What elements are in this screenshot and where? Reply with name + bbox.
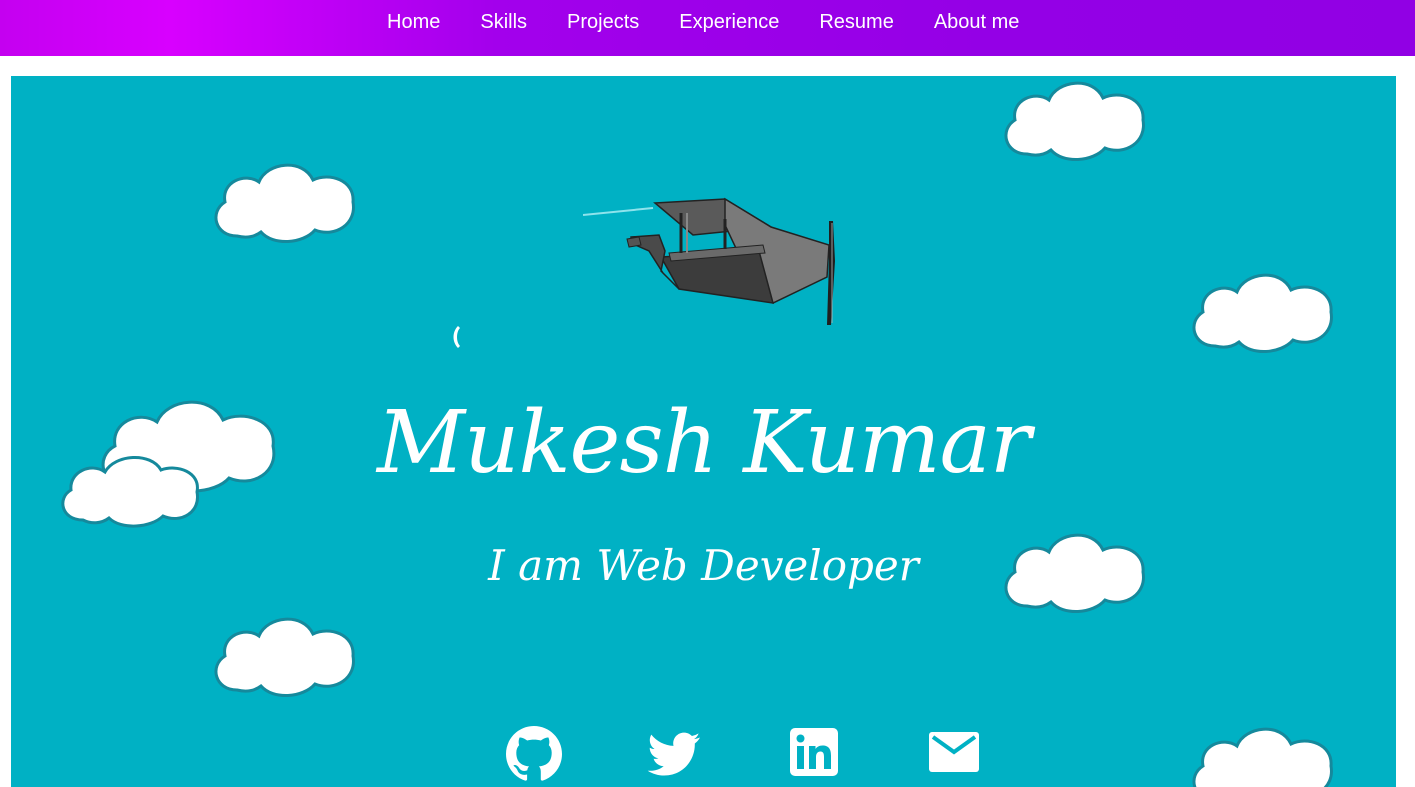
email-icon[interactable]: [924, 724, 984, 784]
cloud-icon: [1192, 273, 1333, 354]
nav-about-link[interactable]: About me: [934, 10, 1020, 34]
cloud-icon: [214, 617, 355, 698]
airplane-icon: [583, 197, 835, 325]
nav-experience-link[interactable]: Experience: [679, 10, 779, 34]
nav-resume-link[interactable]: Resume: [819, 10, 893, 34]
cloud-icon: [1192, 727, 1333, 787]
linkedin-icon[interactable]: [784, 724, 844, 784]
smoke-puff-icon: [453, 326, 460, 348]
nav-projects-link[interactable]: Projects: [567, 10, 639, 34]
top-navbar: Home Skills Projects Experience Resume A…: [0, 0, 1415, 56]
nav-home-link[interactable]: Home: [387, 10, 440, 34]
nav-links: Home Skills Projects Experience Resume A…: [387, 10, 1059, 34]
nav-skills-link[interactable]: Skills: [480, 10, 527, 34]
hero-section: Mukesh Kumar I am Web Developer: [11, 76, 1396, 787]
github-icon[interactable]: [504, 724, 564, 784]
hero-tagline: I am Web Developer: [488, 541, 919, 590]
cloud-icon: [1004, 81, 1145, 162]
cloud-icon: [214, 163, 355, 244]
hero-name: Mukesh Kumar: [377, 393, 1031, 493]
twitter-icon[interactable]: [644, 724, 704, 784]
